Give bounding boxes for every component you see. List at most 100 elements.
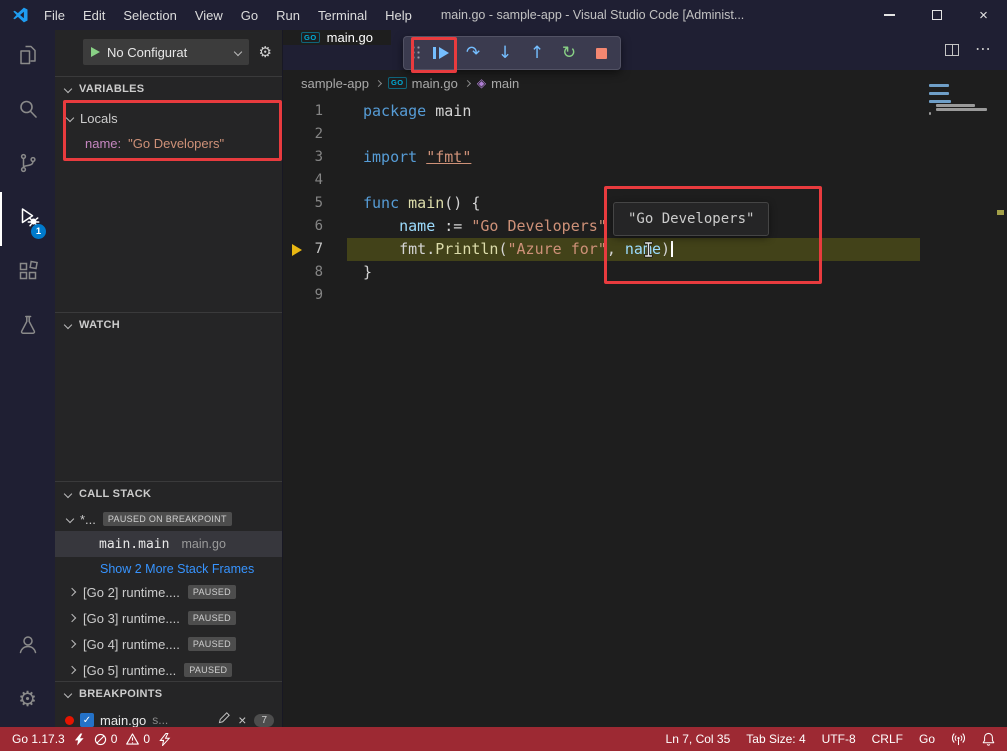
warnings-status-label: 0 — [143, 732, 150, 746]
activity-item-explorer[interactable] — [0, 30, 55, 84]
debug-bolt-icon — [159, 733, 171, 746]
remove-breakpoint-icon[interactable]: × — [238, 713, 246, 727]
remote-indicator[interactable] — [951, 732, 966, 746]
step-out-button[interactable]: ↑ — [522, 39, 552, 67]
indentation-status[interactable]: Tab Size: 4 — [746, 732, 805, 746]
code-text[interactable] — [349, 284, 363, 307]
breadcrumb-main.go[interactable]: GOmain.go — [388, 76, 458, 91]
stop-button[interactable] — [586, 39, 616, 67]
menu-bar: FileEditSelectionViewGoRunTerminalHelp — [35, 0, 421, 30]
continue-icon — [433, 47, 448, 59]
line-number[interactable]: 1 — [283, 100, 349, 123]
line-number[interactable]: 3 — [283, 146, 349, 169]
call-stack-section-header[interactable]: CALL STACK — [55, 481, 282, 505]
line-number[interactable]: 2 — [283, 123, 349, 146]
activity-item-search[interactable] — [0, 84, 55, 138]
tab-label: main.go — [327, 30, 373, 45]
menu-file[interactable]: File — [35, 0, 74, 30]
minimap[interactable] — [929, 84, 991, 120]
activity-item-extensions[interactable] — [0, 246, 55, 300]
menu-edit[interactable]: Edit — [74, 0, 114, 30]
restart-button[interactable]: ↻ — [554, 39, 584, 67]
cursor-position-status[interactable]: Ln 7, Col 35 — [666, 732, 731, 746]
breakpoint-checkbox[interactable]: ✓ — [80, 713, 94, 727]
code-text[interactable]: func main() { — [349, 192, 480, 215]
show-more-stack-frames-link[interactable]: Show 2 More Stack Frames — [55, 557, 282, 581]
notifications-bell[interactable] — [982, 732, 995, 746]
settings-icon: ⚙ — [18, 689, 37, 711]
thread-row[interactable]: [Go 2] runtime....PAUSED — [55, 579, 282, 605]
eol-status[interactable]: CRLF — [872, 732, 903, 746]
code-line-3[interactable]: 3import "fmt" — [283, 146, 1007, 169]
locals-scope-row[interactable]: Locals — [55, 106, 282, 130]
breakpoints-section-header[interactable]: BREAKPOINTS — [55, 681, 282, 705]
split-editor-icon[interactable] — [945, 44, 959, 56]
watch-section-header[interactable]: WATCH — [55, 312, 282, 336]
go-version-status[interactable]: Go 1.17.3 — [12, 732, 65, 746]
chevron-down-icon — [233, 48, 241, 56]
debug-hover-tooltip: "Go Developers" — [613, 202, 769, 236]
menu-run[interactable]: Run — [267, 0, 309, 30]
code-line-2[interactable]: 2 — [283, 123, 1007, 146]
mouse-cursor-ibeam-icon — [643, 241, 654, 263]
toolbar-drag-handle[interactable] — [411, 45, 421, 61]
thread-row[interactable]: [Go 4] runtime....PAUSED — [55, 631, 282, 657]
debug-config-dropdown[interactable]: No Configurat — [83, 39, 249, 65]
activity-item-settings[interactable]: ⚙ — [0, 673, 55, 727]
line-number[interactable]: 5 — [283, 192, 349, 215]
line-number[interactable]: 6 — [283, 215, 349, 238]
maximize-button[interactable] — [913, 0, 960, 30]
activity-item-accounts[interactable] — [0, 619, 55, 673]
code-line-8[interactable]: 8} — [283, 261, 1007, 284]
menu-selection[interactable]: Selection — [114, 0, 185, 30]
debug-status[interactable] — [159, 733, 171, 746]
breakpoint-row[interactable]: ✓ main.go s... × 7 — [55, 707, 282, 727]
code-text[interactable]: name := "Go Developers" — [349, 215, 607, 238]
code-text[interactable] — [349, 169, 363, 192]
stack-frame-row[interactable]: main.main main.go — [55, 531, 282, 557]
bell-icon — [982, 732, 995, 746]
code-text[interactable]: package main — [349, 100, 471, 123]
gopls-status[interactable] — [74, 733, 85, 746]
activity-item-testing[interactable] — [0, 300, 55, 354]
thread-row[interactable]: [Go 3] runtime....PAUSED — [55, 605, 282, 631]
continue-button[interactable] — [426, 39, 456, 67]
debug-session-row[interactable]: *... PAUSED ON BREAKPOINT — [55, 507, 282, 531]
menu-help[interactable]: Help — [376, 0, 421, 30]
thread-row[interactable]: [Go 5] runtime...PAUSED — [55, 657, 282, 681]
paused-badge: PAUSED — [188, 611, 236, 625]
activity-item-source-control[interactable] — [0, 138, 55, 192]
breadcrumb-main[interactable]: ◈main — [477, 76, 519, 91]
tab-main.go[interactable]: GOmain.go — [283, 30, 391, 45]
debug-gear-icon[interactable]: ⚙ — [259, 43, 272, 61]
line-number[interactable]: 9 — [283, 284, 349, 307]
variables-section-header[interactable]: VARIABLES — [55, 76, 282, 100]
line-number[interactable]: 4 — [283, 169, 349, 192]
code-text[interactable]: import "fmt" — [349, 146, 471, 169]
code-text[interactable]: } — [349, 261, 372, 284]
step-over-button[interactable]: ↷ — [458, 39, 488, 67]
menu-terminal[interactable]: Terminal — [309, 0, 376, 30]
variable-row[interactable]: name: "Go Developers" — [55, 131, 282, 155]
encoding-status[interactable]: UTF-8 — [822, 732, 856, 746]
edit-breakpoint-pencil-icon[interactable] — [217, 712, 230, 727]
minimize-button[interactable] — [866, 0, 913, 30]
activity-item-run-debug[interactable]: 1 — [0, 192, 55, 246]
menu-go[interactable]: Go — [232, 0, 267, 30]
debug-config-label: No Configurat — [107, 45, 228, 60]
code-line-4[interactable]: 4 — [283, 169, 1007, 192]
language-mode-status[interactable]: Go — [919, 732, 935, 746]
line-number[interactable]: 8 — [283, 261, 349, 284]
menu-view[interactable]: View — [186, 0, 232, 30]
warnings-status[interactable]: 0 — [126, 732, 150, 746]
more-actions-icon[interactable]: ⋯ — [975, 42, 991, 58]
close-button[interactable]: × — [960, 0, 1007, 30]
search-icon — [16, 97, 40, 126]
breadcrumb-sample-app[interactable]: sample-app — [301, 76, 369, 91]
code-text[interactable] — [349, 123, 363, 146]
code-line-9[interactable]: 9 — [283, 284, 1007, 307]
errors-status[interactable]: 0 — [94, 732, 118, 746]
code-line-1[interactable]: 1package main — [283, 100, 1007, 123]
code-text[interactable]: fmt.Println("Azure for", name) — [349, 238, 673, 261]
step-into-button[interactable]: ↓ — [490, 39, 520, 67]
